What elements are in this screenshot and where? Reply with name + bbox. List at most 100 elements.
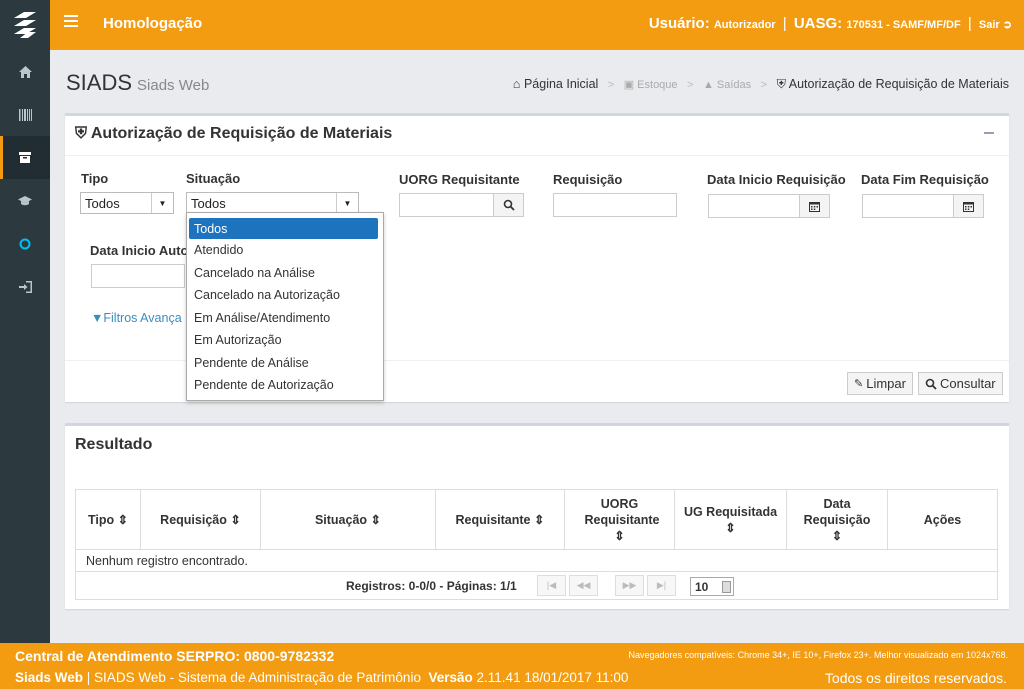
sidebar-item-patrimonio[interactable] [0, 93, 50, 136]
situacao-select[interactable]: Todos ▼ [186, 192, 359, 214]
breadcrumb-home[interactable]: ⌂ Página Inicial [513, 77, 598, 91]
col-situacao[interactable]: Situação ⇕ [261, 490, 436, 549]
footer: Central de Atendimento SERPRO: 0800-9782… [0, 643, 1024, 689]
calendar-icon [809, 201, 820, 212]
user-label: Usuário: [648, 15, 710, 32]
breadcrumb: ⌂ Página Inicial > ▣ Estoque > ▲ Saídas … [512, 77, 1009, 91]
result-table: Tipo ⇕ Requisição ⇕ Situação ⇕ Requisita… [75, 489, 998, 600]
situacao-option[interactable]: Cancelado na Autorização [187, 284, 383, 307]
environment-title: Homologação [103, 15, 203, 32]
tipo-select[interactable]: Todos ▼ [80, 192, 174, 214]
last-page-button[interactable]: ▶| [647, 575, 676, 596]
data-fim-input[interactable] [862, 194, 984, 218]
data-inicio-aut-label: Data Inicio Auto [90, 243, 189, 258]
situacao-option[interactable]: Cancelado na Análise [187, 262, 383, 285]
footer-app-info: Siads Web | SIADS Web - Sistema de Admin… [15, 670, 629, 685]
data-fim-label: Data Fim Requisição [861, 172, 989, 187]
prev-page-button[interactable]: ◀◀ [569, 575, 598, 596]
result-title: Resultado [75, 436, 153, 453]
app-logo[interactable] [0, 0, 50, 50]
sort-icon: ⇕ [725, 520, 736, 535]
sort-icon: ⇕ [831, 528, 843, 543]
uasg-value: 170531 - SAMF/MF/DF [846, 19, 961, 31]
col-uorg-requisitante[interactable]: UORG Requisitante ⇕ [565, 490, 675, 549]
chevron-down-icon: ▼ [158, 198, 167, 208]
archive-icon [19, 152, 31, 163]
sort-icon: ⇕ [534, 512, 545, 527]
sidebar-item-circle[interactable] [0, 222, 50, 265]
circle-icon [19, 238, 31, 249]
data-inicio-aut-input[interactable] [91, 264, 185, 288]
search-icon [503, 199, 515, 211]
situacao-option[interactable]: Atendido [187, 239, 383, 262]
user-info: Usuário: Autorizador | UASG: 170531 - SA… [648, 15, 1012, 32]
sort-icon: ⇕ [117, 512, 129, 527]
uorg-search-button[interactable] [493, 194, 523, 216]
pager-info: Registros: 0-0/0 - Páginas: 1/1 [346, 579, 517, 593]
logout-link[interactable]: Sair ➲ [979, 19, 1012, 31]
search-icon [925, 378, 937, 390]
breadcrumb-saidas[interactable]: ▲ Saídas [703, 79, 751, 91]
col-requisitante[interactable]: Requisitante ⇕ [436, 490, 565, 549]
uorg-input[interactable] [399, 193, 524, 217]
calendar-icon [963, 201, 974, 212]
situacao-option[interactable]: Em Análise/Atendimento [187, 307, 383, 330]
graduation-cap-icon [18, 195, 32, 205]
chevron-down-icon: ▼ [343, 198, 352, 208]
situacao-option[interactable]: Pendente de Autorização [187, 374, 383, 397]
sidebar [0, 50, 50, 643]
user-name: Autorizador [713, 19, 776, 31]
col-requisicao[interactable]: Requisição ⇕ [141, 490, 261, 549]
col-tipo[interactable]: Tipo ⇕ [76, 490, 141, 549]
data-inicio-calendar-button[interactable] [799, 195, 829, 217]
sidebar-item-treinamento[interactable] [0, 179, 50, 222]
next-page-button[interactable]: ▶▶ [615, 575, 644, 596]
eraser-icon: ✎ [854, 378, 864, 390]
last-page-icon: ▶| [656, 580, 667, 590]
consultar-button[interactable]: Consultar [918, 372, 1003, 395]
sidebar-item-login[interactable] [0, 265, 50, 308]
sidebar-item-estoque[interactable] [0, 136, 50, 179]
situacao-option[interactable]: Todos [189, 218, 378, 239]
page-subtitle: Siads Web [137, 77, 210, 94]
footer-browsers: Navegadores compatíveis: Chrome 34+, IE … [628, 650, 1008, 660]
menu-toggle-icon[interactable] [64, 15, 78, 29]
col-ug-requisitada[interactable]: UG Requisitada ⇕ [675, 490, 787, 549]
page-size-select[interactable]: 10 [690, 577, 734, 596]
situacao-option[interactable]: Pendente de Análise [187, 352, 383, 375]
breadcrumb-current: ⛨ Autorização de Requisição de Materiais [776, 77, 1009, 91]
siads-logo-icon [14, 12, 36, 38]
uorg-label: UORG Requisitante [399, 172, 520, 187]
sort-icon: ⇕ [614, 528, 625, 543]
sort-icon: ⇕ [370, 512, 382, 527]
footer-central: Central de Atendimento SERPRO: 0800-9782… [15, 648, 335, 664]
col-acoes: Ações [923, 512, 962, 527]
next-page-icon: ▶▶ [622, 580, 637, 590]
breadcrumb-estoque[interactable]: ▣ Estoque [624, 79, 678, 91]
page-title: SIADS Siads Web [66, 70, 210, 95]
requisicao-label: Requisição [553, 172, 623, 187]
data-fim-calendar-button[interactable] [953, 195, 983, 217]
shield-icon: ⛨ [75, 125, 88, 142]
limpar-button[interactable]: ✎ Limpar [847, 372, 913, 395]
home-icon [18, 65, 32, 78]
barcode-icon [18, 108, 32, 121]
data-inicio-input[interactable] [708, 194, 830, 218]
requisicao-input[interactable] [553, 193, 677, 217]
advanced-filters-link[interactable]: ▼Filtros Avança [91, 311, 182, 325]
filter-icon: ▼ [91, 311, 104, 325]
sort-icon: ⇕ [230, 512, 241, 527]
first-page-icon: |◀ [546, 580, 557, 590]
result-box: Resultado Tipo ⇕ Requisição ⇕ Situação ⇕… [65, 423, 1009, 609]
data-inicio-label: Data Inicio Requisição [707, 172, 846, 187]
empty-row: Nenhum registro encontrado. [76, 550, 997, 572]
first-page-button[interactable]: |◀ [537, 575, 566, 596]
tipo-label: Tipo [81, 171, 109, 186]
sidebar-item-home[interactable] [0, 50, 50, 93]
filter-box-title: ⛨ Autorização de Requisição de Materiais [75, 125, 393, 142]
col-data-requisicao[interactable]: Data Requisição ⇕ [787, 490, 888, 549]
collapse-icon[interactable] [984, 132, 994, 134]
situacao-label: Situação [186, 171, 241, 186]
situacao-dropdown-list: Todos Atendido Cancelado na Análise Canc… [186, 212, 384, 401]
situacao-option[interactable]: Em Autorização [187, 329, 383, 352]
